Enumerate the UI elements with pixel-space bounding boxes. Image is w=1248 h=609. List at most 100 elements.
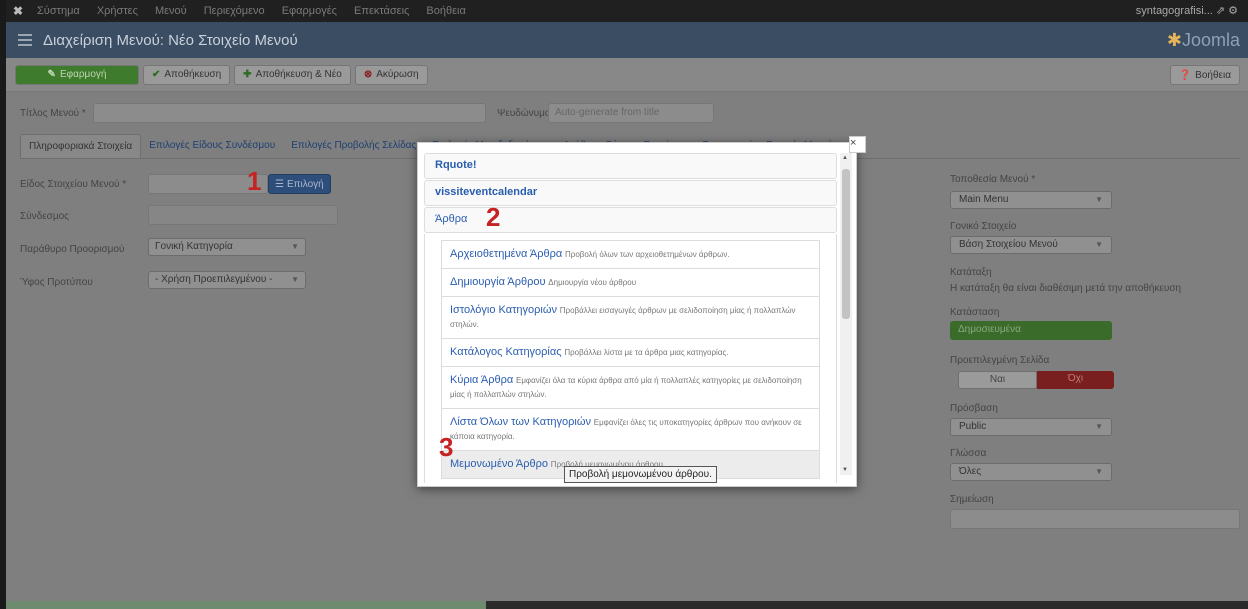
list-item-all-categories[interactable]: Λίστα Όλων των Κατηγοριών Εμφανίζει όλες…	[441, 409, 820, 451]
progress-bar	[6, 601, 486, 609]
status-bar	[6, 601, 1248, 609]
joomla-x-icon[interactable]: ✖	[6, 4, 30, 18]
menu-location-select[interactable]: Main Menu ▼	[950, 191, 1112, 209]
apply-label: Εφαρμογή	[59, 69, 107, 80]
default-yes-button[interactable]: Ναι	[958, 371, 1037, 389]
list-icon	[18, 34, 32, 46]
page-header: Διαχείριση Μενού: Νέο Στοιχείο Μενού ✱Jo…	[6, 22, 1248, 58]
target-window-select[interactable]: Γονική Κατηγορία ▼	[148, 238, 306, 256]
access-value: Public	[959, 421, 987, 432]
top-menu: Σύστημα Χρήστες Μενού Περιεχόμενο Εφαρμο…	[30, 5, 473, 17]
menu-extensions[interactable]: Επεκτάσεις	[347, 5, 416, 17]
menu-menus[interactable]: Μενού	[148, 5, 194, 17]
link-label: Σύνδεσμος	[20, 211, 69, 222]
template-style-select[interactable]: - Χρήση Προεπιλεγμένου - ▼	[148, 271, 306, 289]
apply-button[interactable]: ✎ Εφαρμογή	[15, 64, 139, 85]
alias-label: Ψευδώνυμο	[497, 108, 551, 119]
close-icon[interactable]: ×	[849, 136, 866, 153]
template-style-label: Ύφος Προτύπου	[20, 277, 93, 288]
list-item-category-blog[interactable]: Ιστολόγιο Κατηγοριών Προβάλλει εισαγωγές…	[441, 297, 820, 339]
note-input[interactable]	[950, 509, 1240, 529]
joomla-logo-text: Joomla	[1181, 30, 1240, 50]
menu-content[interactable]: Περιεχόμενο	[197, 5, 272, 17]
menu-help[interactable]: Βοήθεια	[419, 5, 472, 17]
parent-item-select[interactable]: Βάση Στοιχείου Μενού ▼	[950, 236, 1112, 254]
list-item-create[interactable]: Δημιουργία Άρθρου Δημιουργία νέου άρθρου	[441, 269, 820, 297]
item-desc: Προβολή όλων των αρχειοθετημένων άρθρων.	[564, 250, 730, 259]
toolbar: ✎ Εφαρμογή ✔ Αποθήκευση ✚ Αποθήκευση & Νέο …	[6, 58, 1248, 92]
plus-icon: ✚	[243, 69, 252, 80]
cancel-label: Ακύρωση	[376, 69, 419, 80]
language-select[interactable]: Όλες ▼	[950, 463, 1112, 481]
annotation-3: 3	[439, 432, 454, 462]
annotation-2: 2	[486, 202, 501, 232]
item-title: Λίστα Όλων των Κατηγοριών	[450, 416, 591, 428]
status-select[interactable]: Δημοσιευμένα	[950, 321, 1112, 340]
link-input	[148, 205, 338, 225]
item-title: Κατάλογος Κατηγορίας	[450, 346, 562, 358]
status-label: Κατάσταση	[950, 307, 1000, 318]
save-label: Αποθήκευση	[164, 69, 222, 80]
tab-details[interactable]: Πληροφοριακά Στοιχεία	[20, 134, 142, 158]
menu-item-type-label: Είδος Στοιχείου Μενού *	[20, 179, 127, 190]
edit-icon: ✎	[47, 69, 56, 80]
chevron-down-icon: ▼	[1095, 467, 1103, 476]
tab-page-display[interactable]: Επιλογές Προβολής Σελίδας	[283, 134, 424, 158]
group-rquote[interactable]: Rquote!	[424, 153, 837, 179]
user-menu[interactable]: syntagografisi... ⇗ ⚙	[1136, 4, 1238, 17]
ordering-label: Κατάταξη	[950, 267, 992, 278]
list-item-archived[interactable]: Αρχειοθετημένα Άρθρα Προβολή όλων των αρ…	[441, 240, 820, 269]
item-title: Αρχειοθετημένα Άρθρα	[450, 248, 563, 260]
alias-input[interactable]: Auto-generate from title	[548, 103, 714, 123]
default-page-label: Προεπιλεγμένη Σελίδα	[950, 355, 1050, 366]
save-button[interactable]: ✔ Αποθήκευση	[143, 64, 231, 85]
joomla-logo: ✱Joomla	[1166, 30, 1240, 50]
chevron-down-icon: ▼	[291, 242, 299, 251]
cancel-icon: ⊗	[363, 69, 373, 80]
parent-item-label: Γονικό Στοιχείο	[950, 221, 1017, 232]
language-value: Όλες	[959, 466, 982, 477]
item-title: Μεμονωμένο Άρθρο	[450, 458, 549, 470]
ordering-text: Η κατάταξη θα είναι διαθέσιμη μετά την α…	[950, 283, 1182, 294]
cancel-button[interactable]: ⊗ Ακύρωση	[354, 64, 428, 85]
top-navbar: ✖ Σύστημα Χρήστες Μενού Περιεχόμενο Εφαρ…	[6, 0, 1248, 22]
language-label: Γλώσσα	[950, 448, 987, 459]
access-select[interactable]: Public ▼	[950, 418, 1112, 436]
menu-system[interactable]: Σύστημα	[30, 5, 87, 17]
choose-type-label: Επιλογή	[286, 178, 324, 190]
menu-users[interactable]: Χρήστες	[90, 5, 145, 17]
scroll-down-icon[interactable]: ▼	[842, 467, 848, 473]
menu-location-value: Main Menu	[959, 194, 1009, 205]
access-label: Πρόσβαση	[950, 403, 998, 414]
articles-items: Αρχειοθετημένα Άρθρα Προβολή όλων των αρ…	[424, 234, 837, 483]
target-window-label: Παράθυρο Προορισμού	[20, 244, 125, 255]
list-icon: ☰	[275, 178, 284, 190]
default-no-button[interactable]: Όχι	[1037, 371, 1114, 389]
item-title: Κύρια Άρθρα	[450, 374, 514, 386]
item-desc: Προβάλλει λίστα με τα άρθρα μιας κατηγορ…	[564, 348, 729, 357]
menu-location-label: Τοποθεσία Μενού *	[950, 174, 1036, 185]
tab-link-type[interactable]: Επιλογές Είδους Συνδέσμου	[141, 134, 283, 158]
default-page-toggle[interactable]: Ναι Όχι	[958, 371, 1114, 389]
save-new-button[interactable]: ✚ Αποθήκευση & Νέο	[234, 64, 351, 85]
check-icon: ✔	[152, 69, 161, 80]
menu-title-input[interactable]	[93, 103, 486, 123]
scroll-up-icon[interactable]: ▲	[842, 155, 848, 161]
list-item-category-list[interactable]: Κατάλογος Κατηγορίας Προβάλλει λίστα με …	[441, 339, 820, 367]
scroll-thumb[interactable]	[842, 169, 850, 319]
menu-title-label: Τίτλος Μενού *	[20, 108, 86, 119]
chevron-down-icon: ▼	[291, 275, 299, 284]
menu-type-modal: Rquote! vissiteventcalendar Άρθρα Αρχειο…	[417, 142, 857, 487]
page-title: Διαχείριση Μενού: Νέο Στοιχείο Μενού	[43, 31, 298, 49]
choose-type-button[interactable]: ☰ Επιλογή	[268, 174, 331, 194]
chevron-down-icon: ▼	[1095, 422, 1103, 431]
parent-item-value: Βάση Στοιχείου Μενού	[959, 239, 1058, 250]
modal-scrollbar[interactable]: ▲ ▼	[840, 153, 852, 475]
list-item-featured[interactable]: Κύρια Άρθρα Εμφανίζει όλα τα κύρια άρθρα…	[441, 367, 820, 409]
help-button[interactable]: ❓ Βοήθεια	[1169, 65, 1240, 85]
menu-components[interactable]: Εφαρμογές	[275, 5, 344, 17]
target-window-value: Γονική Κατηγορία	[155, 241, 233, 252]
item-title: Δημιουργία Άρθρου	[450, 276, 546, 288]
note-label: Σημείωση	[950, 494, 994, 505]
template-style-value: - Χρήση Προεπιλεγμένου -	[155, 274, 273, 285]
